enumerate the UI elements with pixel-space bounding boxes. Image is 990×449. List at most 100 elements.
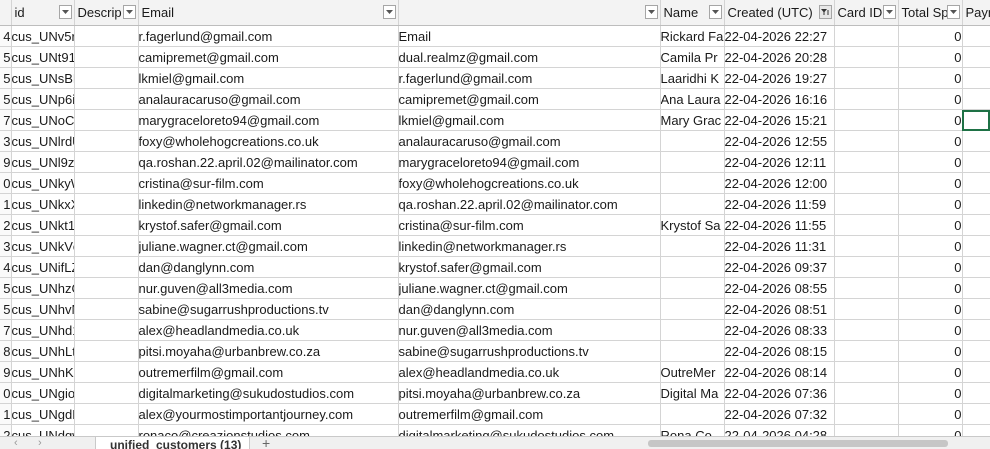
cell-created[interactable]: 22-04-2026 08:15: [724, 340, 835, 362]
cell-total-spend[interactable]: 0: [898, 361, 963, 383]
cell-payment[interactable]: [962, 46, 990, 68]
cell-id[interactable]: cus_UNgdK58nT6fmp: [11, 403, 75, 425]
cell-payment[interactable]: [962, 403, 990, 425]
cell-payment[interactable]: [962, 67, 990, 89]
cell-description[interactable]: [74, 109, 139, 131]
cell-id[interactable]: cus_UNoCoGvdGC5e: [11, 109, 75, 131]
corner-cell[interactable]: [0, 0, 12, 26]
cell-email[interactable]: juliane.wagner.ct@gmail.com: [138, 235, 399, 257]
cell-email[interactable]: marygraceloreto94@gmail.com: [138, 109, 399, 131]
filter-dropdown-icon[interactable]: [58, 5, 72, 19]
cell-created[interactable]: 22-04-2026 12:11: [724, 151, 835, 173]
cell-email-2[interactable]: pitsi.moyaha@urbanbrew.co.za: [398, 382, 661, 404]
sort-filter-icon[interactable]: [818, 5, 832, 19]
cell-name[interactable]: Rona Co: [660, 424, 725, 436]
cell-description[interactable]: [74, 382, 139, 404]
cell-id[interactable]: cus_UNgioHm041U3: [11, 382, 75, 404]
cell-description[interactable]: [74, 214, 139, 236]
cell-email[interactable]: foxy@wholehogcreations.co.uk: [138, 130, 399, 152]
cell-card-id[interactable]: [834, 67, 899, 89]
cell-description[interactable]: [74, 46, 139, 68]
cell-id[interactable]: cus_UNsBDwrKOam: [11, 67, 75, 89]
add-sheet-button[interactable]: +: [262, 437, 270, 449]
cell-email-2[interactable]: cristina@sur-film.com: [398, 214, 661, 236]
cell-id[interactable]: cus_UNhzGDphEsnU: [11, 277, 75, 299]
cell-card-id[interactable]: [834, 424, 899, 436]
cell-payment[interactable]: [962, 214, 990, 236]
filter-dropdown-icon[interactable]: [122, 5, 136, 19]
cell-payment[interactable]: [962, 172, 990, 194]
row-number[interactable]: 7: [0, 319, 12, 341]
cell-description[interactable]: [74, 25, 139, 47]
cell-name[interactable]: Digital Ma: [660, 382, 725, 404]
cell-card-id[interactable]: [834, 214, 899, 236]
cell-name[interactable]: [660, 298, 725, 320]
cell-card-id[interactable]: [834, 193, 899, 215]
row-number[interactable]: 0: [0, 172, 12, 194]
cell-name[interactable]: [660, 151, 725, 173]
filter-dropdown-icon[interactable]: [946, 5, 960, 19]
cell-id[interactable]: cus_UNkVcBXB7oab: [11, 235, 75, 257]
cell-email-2[interactable]: r.fagerlund@gmail.com: [398, 67, 661, 89]
column-header-payment[interactable]: Paym: [962, 0, 990, 26]
cell-created[interactable]: 22-04-2026 15:21: [724, 109, 835, 131]
cell-name[interactable]: OutreMer: [660, 361, 725, 383]
cell-card-id[interactable]: [834, 172, 899, 194]
cell-email-2[interactable]: Email: [398, 25, 661, 47]
cell-card-id[interactable]: [834, 277, 899, 299]
cell-total-spend[interactable]: 0: [898, 403, 963, 425]
cell-total-spend[interactable]: 0: [898, 193, 963, 215]
cell-card-id[interactable]: [834, 25, 899, 47]
cell-name[interactable]: [660, 193, 725, 215]
cell-payment[interactable]: [962, 130, 990, 152]
cell-id[interactable]: cus_UNl9z3SOyL2kY: [11, 151, 75, 173]
cell-created[interactable]: 22-04-2026 08:51: [724, 298, 835, 320]
cell-id[interactable]: cus_UNlrdUKQyVyOl: [11, 130, 75, 152]
cell-total-spend[interactable]: 0: [898, 46, 963, 68]
cell-card-id[interactable]: [834, 256, 899, 278]
cell-name[interactable]: Laaridhi K: [660, 67, 725, 89]
cell-id[interactable]: cus_UNdgwDBoNar: [11, 424, 75, 436]
cell-name[interactable]: Camila Pr: [660, 46, 725, 68]
cell-total-spend[interactable]: 0: [898, 298, 963, 320]
cell-created[interactable]: 22-04-2026 20:28: [724, 46, 835, 68]
cell-card-id[interactable]: [834, 151, 899, 173]
cell-name[interactable]: Ana Laura: [660, 88, 725, 110]
cell-id[interactable]: cus_UNkxXM3ZlpKG: [11, 193, 75, 215]
cell-email-2[interactable]: lkmiel@gmail.com: [398, 109, 661, 131]
cell-created[interactable]: 22-04-2026 16:16: [724, 88, 835, 110]
cell-id[interactable]: cus_UNhvNepFcd5Z: [11, 298, 75, 320]
cell-created[interactable]: 22-04-2026 11:55: [724, 214, 835, 236]
cell-email-2[interactable]: digitalmarketing@sukudostudios.com: [398, 424, 661, 436]
row-number[interactable]: 5: [0, 67, 12, 89]
cell-email-2[interactable]: qa.roshan.22.april.02@mailinator.com: [398, 193, 661, 215]
cell-id[interactable]: cus_UNhd1of61D6ef: [11, 319, 75, 341]
cell-payment[interactable]: [962, 109, 990, 131]
row-number[interactable]: 2: [0, 214, 12, 236]
cell-email[interactable]: lkmiel@gmail.com: [138, 67, 399, 89]
cell-description[interactable]: [74, 403, 139, 425]
cell-email-2[interactable]: camipremet@gmail.com: [398, 88, 661, 110]
cell-email[interactable]: analauracaruso@gmail.com: [138, 88, 399, 110]
row-number[interactable]: 8: [0, 340, 12, 362]
cell-total-spend[interactable]: 0: [898, 382, 963, 404]
row-number[interactable]: 9: [0, 151, 12, 173]
cell-card-id[interactable]: [834, 403, 899, 425]
cell-email-2[interactable]: nur.guven@all3media.com: [398, 319, 661, 341]
prev-sheet-arrow-icon[interactable]: ‹: [14, 438, 18, 449]
cell-created[interactable]: 22-04-2026 09:37: [724, 256, 835, 278]
cell-card-id[interactable]: [834, 109, 899, 131]
cell-created[interactable]: 22-04-2026 08:55: [724, 277, 835, 299]
horizontal-scrollbar[interactable]: [648, 440, 948, 447]
cell-card-id[interactable]: [834, 298, 899, 320]
cell-id[interactable]: cus_UNv5rJeZN8Edxl: [11, 25, 75, 47]
row-number[interactable]: 3: [0, 235, 12, 257]
cell-total-spend[interactable]: 0: [898, 424, 963, 436]
cell-description[interactable]: [74, 172, 139, 194]
cell-email[interactable]: pitsi.moyaha@urbanbrew.co.za: [138, 340, 399, 362]
cell-total-spend[interactable]: 0: [898, 235, 963, 257]
row-number[interactable]: 3: [0, 130, 12, 152]
row-number[interactable]: 1: [0, 193, 12, 215]
cell-created[interactable]: 22-04-2026 08:14: [724, 361, 835, 383]
cell-id[interactable]: cus_UNkt1t5QlvCW7: [11, 214, 75, 236]
